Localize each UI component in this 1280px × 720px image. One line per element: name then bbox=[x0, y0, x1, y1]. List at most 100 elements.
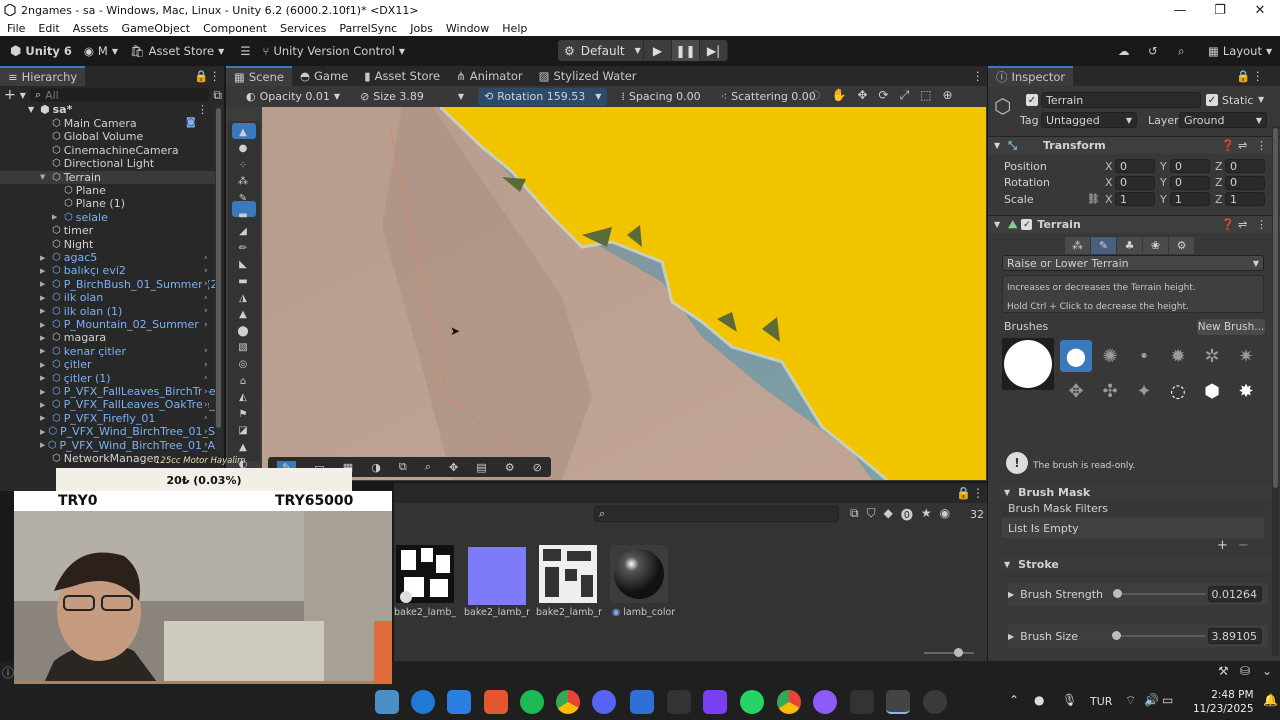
brush-option-11-icon[interactable]: ⬢ bbox=[1196, 375, 1228, 407]
chevron-right-icon[interactable]: ▼ bbox=[40, 173, 52, 181]
wifi-icon[interactable]: ⌔ bbox=[1125, 693, 1136, 708]
chevron-right-icon[interactable]: ▶ bbox=[1008, 632, 1014, 641]
hierarchy-item[interactable]: ⬡ CinemachineCamera bbox=[0, 144, 222, 157]
eye-icon[interactable]: ◉ bbox=[940, 506, 950, 523]
hierarchy-search-input[interactable]: ⌕ All bbox=[29, 88, 210, 102]
cube-icon[interactable]: ⬡ bbox=[810, 88, 820, 103]
chrome-profile-icon[interactable] bbox=[777, 690, 801, 714]
add-filter-icon[interactable]: + bbox=[1217, 538, 1228, 553]
search-options-icon[interactable]: ⧉ bbox=[213, 88, 222, 103]
help-icon[interactable]: ❓ bbox=[1221, 218, 1235, 231]
tab-asset-store[interactable]: ▮ Asset Store bbox=[356, 66, 448, 86]
step-button[interactable]: ▶| bbox=[700, 40, 728, 61]
taskbar-app-icon[interactable] bbox=[375, 690, 399, 714]
history-icon[interactable]: ↺ bbox=[1142, 40, 1164, 62]
rotation-x-field[interactable]: 0 bbox=[1115, 175, 1155, 190]
asset-thumb-ao[interactable] bbox=[396, 545, 454, 603]
star-icon[interactable]: ★ bbox=[921, 506, 932, 523]
mountain-tool-icon[interactable]: ▲ bbox=[232, 307, 254, 323]
chevron-right-icon[interactable]: ▶ bbox=[40, 374, 52, 382]
paint-tool-icon[interactable]: ✎ bbox=[232, 190, 254, 206]
hierarchy-item[interactable]: ▶ ⬡ ilk olan (1) › bbox=[0, 305, 222, 318]
pause-button[interactable]: ❚❚ bbox=[672, 40, 700, 61]
tab-game[interactable]: ◓ Game bbox=[292, 66, 356, 86]
files-icon[interactable] bbox=[667, 690, 691, 714]
brush-option-3-icon[interactable]: • bbox=[1128, 340, 1160, 372]
hierarchy-item[interactable]: ⬡ Directional Light bbox=[0, 157, 222, 170]
status-icon-2[interactable]: ⛁ bbox=[1240, 664, 1250, 678]
unity-account-button[interactable]: ⬢ Unity 6 bbox=[4, 40, 78, 62]
slider-thumb[interactable] bbox=[954, 648, 963, 657]
hierarchy-item[interactable]: ⬡ Global Volume bbox=[0, 130, 222, 143]
kebab-menu-icon[interactable]: ⋮ bbox=[1256, 218, 1267, 231]
shade-tool-icon[interactable]: ◪ bbox=[232, 423, 254, 439]
cloud-icon[interactable]: ☁ bbox=[1112, 40, 1136, 62]
brush-option-12-icon[interactable]: ✸ bbox=[1230, 375, 1262, 407]
open-prefab-icon[interactable]: › bbox=[202, 413, 208, 424]
position-x-field[interactable]: 0 bbox=[1115, 159, 1155, 173]
menu-parrelsync[interactable]: ParrelSync bbox=[332, 22, 403, 35]
inspector-scrollbar[interactable] bbox=[1272, 126, 1279, 656]
tab-animator[interactable]: ⋔ Animator bbox=[448, 66, 531, 86]
language-indicator[interactable]: TUR bbox=[1090, 695, 1112, 708]
menu-window[interactable]: Window bbox=[439, 22, 495, 35]
rotation-y-field[interactable]: 0 bbox=[1170, 175, 1210, 190]
scale-x-field[interactable]: 1 bbox=[1115, 192, 1155, 206]
menu-file[interactable]: File bbox=[0, 22, 31, 35]
brush-option-8-icon[interactable]: ✣ bbox=[1094, 375, 1126, 407]
menu-component[interactable]: Component bbox=[196, 22, 273, 35]
terrain-enabled-checkbox[interactable]: ✓ bbox=[1021, 219, 1033, 230]
edge-icon[interactable] bbox=[411, 690, 435, 714]
create-neighbor-icon[interactable]: ⁂ bbox=[1065, 237, 1090, 254]
chevron-right-icon[interactable]: ▶ bbox=[40, 280, 52, 288]
play-button[interactable]: ▶ bbox=[644, 40, 672, 61]
pencil-tool-icon[interactable]: ✏ bbox=[232, 240, 254, 256]
kebab-menu-icon[interactable]: ⋮ bbox=[1256, 139, 1267, 152]
project-search-input[interactable]: ⌕ bbox=[594, 506, 839, 522]
menu-gameobject[interactable]: GameObject bbox=[115, 22, 197, 35]
tool-mode-dropdown[interactable]: Raise or Lower Terrain ▼ bbox=[1002, 255, 1264, 271]
chevron-right-icon[interactable]: ▶ bbox=[40, 307, 52, 315]
store-icon[interactable] bbox=[447, 690, 471, 714]
chevron-right-icon[interactable]: ▶ bbox=[40, 414, 52, 422]
open-prefab-icon[interactable]: › bbox=[202, 373, 208, 384]
microphone-icon[interactable]: 🎙 bbox=[1062, 693, 1077, 707]
chevron-down-icon[interactable]: ▼ bbox=[1258, 95, 1264, 104]
minimize-button[interactable]: — bbox=[1160, 0, 1200, 20]
hand-tool-icon[interactable]: ✋ bbox=[831, 88, 846, 103]
hierarchy-item[interactable]: ▶ ⬡ P_VFX_FallLeaves_BirchTree_ › bbox=[0, 385, 222, 398]
scene-viewport[interactable]: ➤ ✎ ▭ ▦ ◑ ⧉ ⌕ ✥ ▤ ⚙ ⊘ bbox=[262, 107, 986, 480]
asset-store-button[interactable]: 🛍 Asset Store ▼ bbox=[124, 40, 230, 62]
smooth-tool-icon[interactable]: ● bbox=[232, 141, 254, 157]
battery-icon[interactable]: ▭ bbox=[1162, 693, 1173, 707]
open-prefab-icon[interactable]: › bbox=[202, 346, 208, 357]
constrain-proportions-icon[interactable]: ⛓ bbox=[1087, 194, 1100, 205]
hierarchy-item[interactable]: ▶ ⬡ balıkçı evi2 › bbox=[0, 264, 222, 277]
scrollbar-thumb[interactable] bbox=[1273, 128, 1278, 488]
paint-trees-icon[interactable]: ♣ bbox=[1117, 237, 1142, 254]
spotify-icon[interactable] bbox=[520, 690, 544, 714]
scrollbar-thumb[interactable] bbox=[216, 108, 221, 428]
volume-icon[interactable]: 🔊 bbox=[1144, 693, 1159, 707]
terrain-settings-icon[interactable]: ⚙ bbox=[1169, 237, 1194, 254]
menu-help[interactable]: Help bbox=[495, 22, 533, 35]
hierarchy-item[interactable]: ▶ ⬡ P_Mountain_02_Summer › bbox=[0, 318, 222, 331]
noise-tool-icon[interactable]: ⁂ bbox=[232, 174, 254, 190]
clock[interactable]: 2:48 PM 11/23/2025 bbox=[1193, 688, 1254, 716]
stairs-tool-icon[interactable]: ◭ bbox=[232, 390, 254, 406]
paint-details-icon[interactable]: ❀ bbox=[1143, 237, 1168, 254]
chevron-right-icon[interactable]: ▶ bbox=[40, 388, 52, 396]
chevron-right-icon[interactable]: ▶ bbox=[40, 347, 52, 355]
help-icon[interactable]: ❓ bbox=[1221, 139, 1235, 152]
brush-size-slider[interactable] bbox=[1112, 631, 1206, 640]
obsidian-icon[interactable] bbox=[703, 690, 727, 714]
slope-tool-icon[interactable]: ◢ bbox=[232, 224, 254, 240]
chevron-right-icon[interactable]: ▶ bbox=[40, 428, 48, 436]
chevron-right-icon[interactable]: ▶ bbox=[40, 254, 52, 262]
open-prefab-icon[interactable]: › bbox=[202, 265, 208, 276]
lock-icon[interactable]: 🔒 bbox=[1236, 69, 1250, 83]
open-prefab-icon[interactable]: › bbox=[202, 426, 208, 437]
open-prefab-icon[interactable]: › bbox=[202, 399, 208, 410]
vscode-icon[interactable] bbox=[630, 690, 654, 714]
move-icon[interactable]: ✥ bbox=[449, 461, 458, 474]
